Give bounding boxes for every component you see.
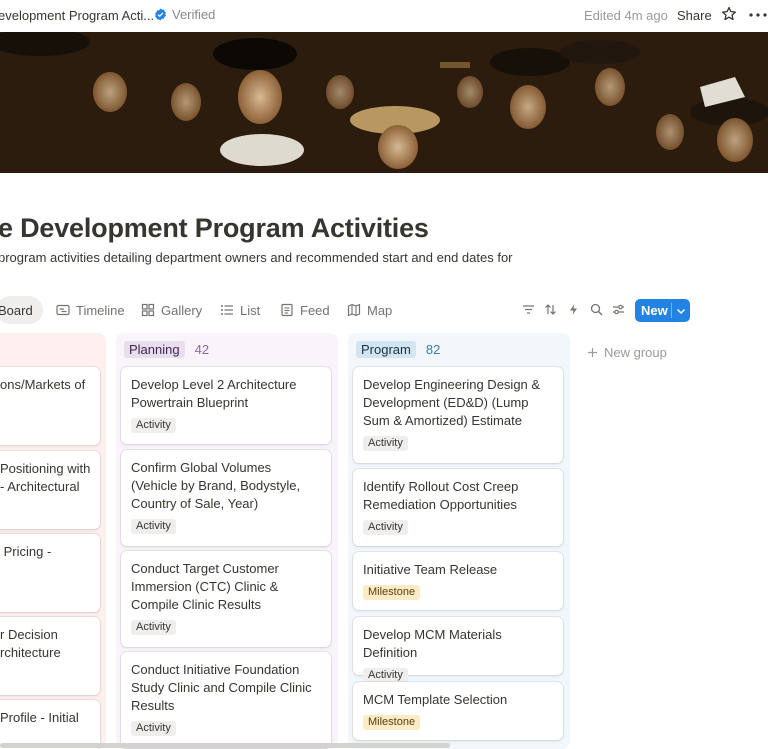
card-title: Develop Level 2 Architecture Powertrain … — [131, 377, 297, 410]
board-card[interactable]: Initiative Team Release Milestone — [353, 552, 563, 610]
column-count: 42 — [194, 342, 210, 357]
card-type-tag: Activity — [131, 620, 176, 635]
tab-label: Map — [367, 302, 393, 318]
new-button-label: New — [641, 303, 668, 318]
board-column-planning: Planning 42 Develop Level 2 Architecture… — [116, 333, 338, 749]
card-title: Confirm Global Volumes (Vehicle by Brand… — [131, 460, 301, 511]
card-type-tag: Activity — [131, 721, 176, 736]
card-type-tag: Milestone — [363, 585, 421, 600]
board-card[interactable]: Conduct Target Customer Immersion (CTC) … — [121, 551, 331, 647]
card-title: Positioning with - Architectural — [0, 461, 91, 494]
top-bar: evelopment Program Acti... Verified Edit… — [0, 0, 768, 30]
board-column-program: Program 82 Develop Engineering Design & … — [348, 333, 570, 749]
more-options-icon[interactable] — [749, 13, 767, 17]
map-icon — [347, 303, 361, 317]
card-type-tag: Milestone — [363, 715, 421, 730]
card-title: Profile - Initial — [0, 710, 79, 725]
board-card[interactable]: Develop MCM Materials Definition Activit… — [353, 617, 563, 683]
column-status-chip: Planning — [124, 341, 185, 358]
tab-map[interactable]: Map — [347, 296, 392, 324]
feed-icon — [281, 303, 293, 317]
board-card[interactable]: Profile - Initial — [0, 700, 100, 749]
card-title: Initiative Team Release — [363, 562, 498, 577]
card-title: r Decision rchitecture — [0, 627, 61, 660]
sort-icon[interactable] — [544, 303, 557, 316]
tab-list[interactable]: List — [220, 296, 260, 324]
page-title: e Development Program Activities — [0, 213, 429, 243]
card-type-tag: Activity — [363, 520, 408, 535]
chevron-down-icon[interactable] — [676, 306, 686, 316]
filter-icon[interactable] — [522, 303, 535, 316]
card-title: Identify Rollout Cost Creep Remediation … — [363, 479, 519, 512]
verified-icon — [155, 8, 166, 21]
card-type-tag: Activity — [131, 519, 176, 534]
tab-timeline[interactable]: Timeline — [56, 296, 125, 324]
new-group-label: New group — [604, 345, 667, 360]
column-header[interactable]: Planning 42 — [124, 341, 209, 358]
tab-label: Feed — [300, 302, 330, 318]
board-card[interactable]: r Decision rchitecture — [0, 617, 100, 695]
card-title: Pricing - — [0, 544, 52, 559]
settings-icon[interactable] — [612, 303, 625, 316]
tab-label: Gallery — [161, 302, 203, 318]
card-title: Develop Engineering Design & Development… — [363, 377, 541, 428]
board-card[interactable]: Develop Engineering Design & Development… — [353, 367, 563, 463]
gallery-icon — [141, 303, 155, 317]
card-type-tag: Activity — [131, 418, 176, 433]
verified-badge[interactable]: Verified — [154, 7, 215, 22]
new-group-button[interactable]: New group — [587, 345, 667, 360]
board-card[interactable]: MCM Template Selection Milestone — [353, 682, 563, 740]
tab-feed[interactable]: Feed — [280, 296, 330, 324]
tab-label: Timeline — [76, 302, 125, 318]
automation-icon[interactable] — [567, 303, 580, 316]
board-card[interactable]: Identify Rollout Cost Creep Remediation … — [353, 469, 563, 546]
new-button-divider — [671, 303, 672, 318]
horizontal-scrollbar[interactable] — [0, 743, 450, 748]
timeline-icon — [56, 304, 70, 316]
search-icon[interactable] — [590, 303, 603, 316]
card-title: Conduct Initiative Foundation Study Clin… — [131, 662, 312, 713]
breadcrumb[interactable]: evelopment Program Acti... — [0, 8, 154, 23]
verified-label: Verified — [172, 7, 216, 22]
list-icon — [221, 305, 233, 315]
edited-timestamp: Edited 4m ago — [584, 8, 668, 23]
board-column-red: ons/Markets of Positioning with - Archit… — [0, 333, 106, 749]
tab-board[interactable]: Board — [0, 296, 43, 324]
tab-gallery[interactable]: Gallery — [141, 296, 202, 324]
card-type-tag: Activity — [363, 436, 408, 451]
board-card[interactable]: Positioning with - Architectural — [0, 451, 100, 529]
board-card[interactable]: Develop Level 2 Architecture Powertrain … — [121, 367, 331, 444]
card-title: ons/Markets of — [0, 377, 86, 392]
card-title: Conduct Target Customer Immersion (CTC) … — [131, 561, 279, 612]
column-status-chip: Program — [356, 341, 416, 358]
board-card[interactable]: Pricing - — [0, 534, 100, 612]
cover-painting — [0, 32, 768, 173]
tab-label: Board — [0, 302, 33, 318]
board-card[interactable]: Confirm Global Volumes (Vehicle by Brand… — [121, 450, 331, 546]
cover-image — [0, 32, 768, 173]
share-button[interactable]: Share — [677, 8, 712, 23]
card-title: Develop MCM Materials Definition — [363, 627, 502, 660]
card-title: MCM Template Selection — [363, 692, 508, 707]
favorite-star-icon[interactable] — [721, 6, 737, 22]
plus-icon — [588, 348, 597, 357]
card-type-tag: Activity — [363, 668, 408, 683]
new-button[interactable]: New — [635, 299, 690, 322]
page-description: program activities detailing department … — [0, 250, 513, 265]
column-header[interactable]: Program 82 — [356, 341, 440, 358]
column-count: 82 — [425, 342, 441, 357]
board-card[interactable]: Conduct Initiative Foundation Study Clin… — [121, 652, 331, 748]
tab-label: List — [240, 302, 261, 318]
board-card[interactable]: ons/Markets of — [0, 367, 100, 445]
